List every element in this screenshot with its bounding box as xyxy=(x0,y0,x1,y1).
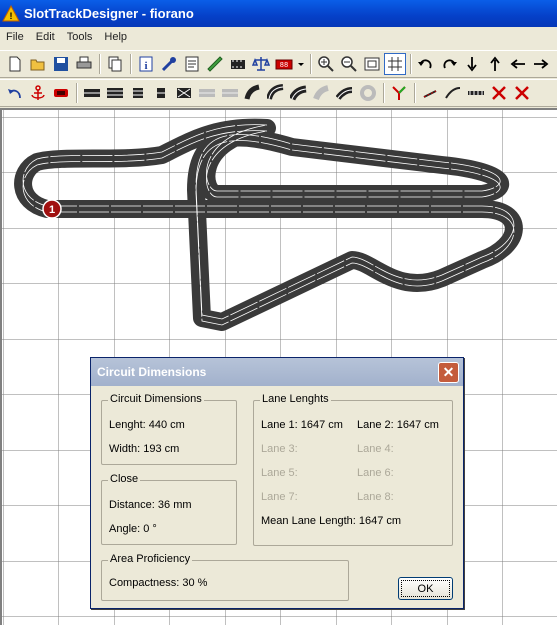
window-title: SlotTrackDesigner - fiorano xyxy=(24,6,194,21)
lane-6-value: Lane 6: xyxy=(357,467,394,479)
straight-track-icon[interactable] xyxy=(81,82,103,104)
half-straight-icon[interactable] xyxy=(127,82,149,104)
document-icon[interactable] xyxy=(181,53,203,75)
menu-help[interactable]: Help xyxy=(98,31,133,43)
undo-icon[interactable] xyxy=(4,82,26,104)
quarter-straight-icon[interactable] xyxy=(150,82,172,104)
toolbar-separator xyxy=(310,54,312,74)
dialog-title: Circuit Dimensions xyxy=(97,365,207,379)
open-icon[interactable] xyxy=(27,53,49,75)
dropdown-icon[interactable] xyxy=(296,53,306,75)
lane-2-value: Lane 2: 1647 cm xyxy=(357,419,439,431)
main-toolbar: i 88 xyxy=(0,50,557,78)
toolbar-separator xyxy=(410,54,412,74)
zoom-in-icon[interactable] xyxy=(315,53,337,75)
straight-disabled-icon[interactable] xyxy=(196,82,218,104)
group-title-lanes: Lane Lenghts xyxy=(260,393,331,405)
delete-icon[interactable] xyxy=(488,82,510,104)
border-2-icon[interactable] xyxy=(442,82,464,104)
lap-counter-icon[interactable]: 88 xyxy=(273,53,295,75)
fence-icon[interactable] xyxy=(465,82,487,104)
width-value: Width: 193 cm xyxy=(109,443,180,455)
border-icon[interactable] xyxy=(419,82,441,104)
curve-4-icon[interactable] xyxy=(334,82,356,104)
toolbar-separator xyxy=(414,83,416,103)
car-icon[interactable] xyxy=(50,82,72,104)
save-icon[interactable] xyxy=(50,53,72,75)
arrow-right-icon[interactable] xyxy=(530,53,552,75)
length-value: Lenght: 440 cm xyxy=(109,419,185,431)
menu-file[interactable]: File xyxy=(0,31,30,43)
menu-bar: File Edit Tools Help xyxy=(0,27,557,46)
straight-disabled-2-icon[interactable] xyxy=(219,82,241,104)
crossover-icon[interactable] xyxy=(173,82,195,104)
group-title-close: Close xyxy=(108,473,141,485)
film-icon[interactable] xyxy=(227,53,249,75)
menu-edit[interactable]: Edit xyxy=(30,31,61,43)
scale-icon[interactable] xyxy=(250,53,272,75)
track-toolbar xyxy=(0,79,557,107)
double-straight-icon[interactable] xyxy=(104,82,126,104)
curve-2-icon[interactable] xyxy=(265,82,287,104)
copy-icon[interactable] xyxy=(104,53,126,75)
fit-icon[interactable] xyxy=(361,53,383,75)
arrow-down-icon[interactable] xyxy=(461,53,483,75)
rotate-left-icon[interactable] xyxy=(415,53,437,75)
compactness-value: Compactness: 30 % xyxy=(109,577,208,589)
junction-icon[interactable] xyxy=(388,82,410,104)
arrow-up-icon[interactable] xyxy=(484,53,506,75)
mean-lane-length-value: Mean Lane Length: 1647 cm xyxy=(261,515,402,527)
ok-button[interactable]: OK xyxy=(398,577,453,600)
curve-icon[interactable] xyxy=(242,82,264,104)
lane-7-value: Lane 7: xyxy=(261,491,298,503)
lane-8-value: Lane 8: xyxy=(357,491,394,503)
close-group: Close Distance: 36 mm Angle: 0 ° xyxy=(101,473,237,545)
toolbar-separator xyxy=(383,83,385,103)
toolbar-separator xyxy=(76,83,78,103)
arrow-left-icon[interactable] xyxy=(507,53,529,75)
ruler-icon[interactable] xyxy=(204,53,226,75)
zoom-out-icon[interactable] xyxy=(338,53,360,75)
title-bar: ! SlotTrackDesigner - fiorano xyxy=(0,0,557,27)
circuit-dimensions-group: Circuit Dimensions Lenght: 440 cm Width:… xyxy=(101,393,237,465)
lane-3-value: Lane 3: xyxy=(261,443,298,455)
lane-4-value: Lane 4: xyxy=(357,443,394,455)
start-marker-label: 1 xyxy=(49,204,55,216)
toolbar-separator xyxy=(99,54,101,74)
anchor-icon[interactable] xyxy=(27,82,49,104)
lane-lengths-group: Lane Lenghts Lane 1: 1647 cm Lane 2: 164… xyxy=(253,393,453,546)
area-proficiency-group: Area Proficiency Compactness: 30 % xyxy=(101,553,349,601)
rotate-right-icon[interactable] xyxy=(438,53,460,75)
grid-icon[interactable] xyxy=(384,53,406,75)
toolbar-separator xyxy=(130,54,132,74)
angle-value: Angle: 0 ° xyxy=(109,523,157,535)
svg-text:!: ! xyxy=(10,11,13,21)
menu-tools[interactable]: Tools xyxy=(61,31,99,43)
new-icon[interactable] xyxy=(4,53,26,75)
lane-1-value: Lane 1: 1647 cm xyxy=(261,419,343,431)
group-title-circuit: Circuit Dimensions xyxy=(108,393,204,405)
svg-text:i: i xyxy=(144,60,147,72)
print-icon[interactable] xyxy=(73,53,95,75)
circuit-dimensions-dialog: Circuit Dimensions ✕ Circuit Dimensions … xyxy=(90,357,464,609)
lane-5-value: Lane 5: xyxy=(261,467,298,479)
app-logo-icon: ! xyxy=(2,4,20,21)
svg-text:88: 88 xyxy=(280,62,288,70)
info-icon[interactable]: i xyxy=(135,53,157,75)
group-title-area: Area Proficiency xyxy=(108,553,193,565)
distance-value: Distance: 36 mm xyxy=(109,499,192,511)
curve-disabled-2-icon[interactable] xyxy=(357,82,379,104)
close-icon[interactable]: ✕ xyxy=(438,362,459,383)
curve-disabled-icon[interactable] xyxy=(311,82,333,104)
tools-icon[interactable] xyxy=(158,53,180,75)
delete-2-icon[interactable] xyxy=(511,82,533,104)
curve-3-icon[interactable] xyxy=(288,82,310,104)
dialog-title-bar: Circuit Dimensions ✕ xyxy=(91,358,463,386)
